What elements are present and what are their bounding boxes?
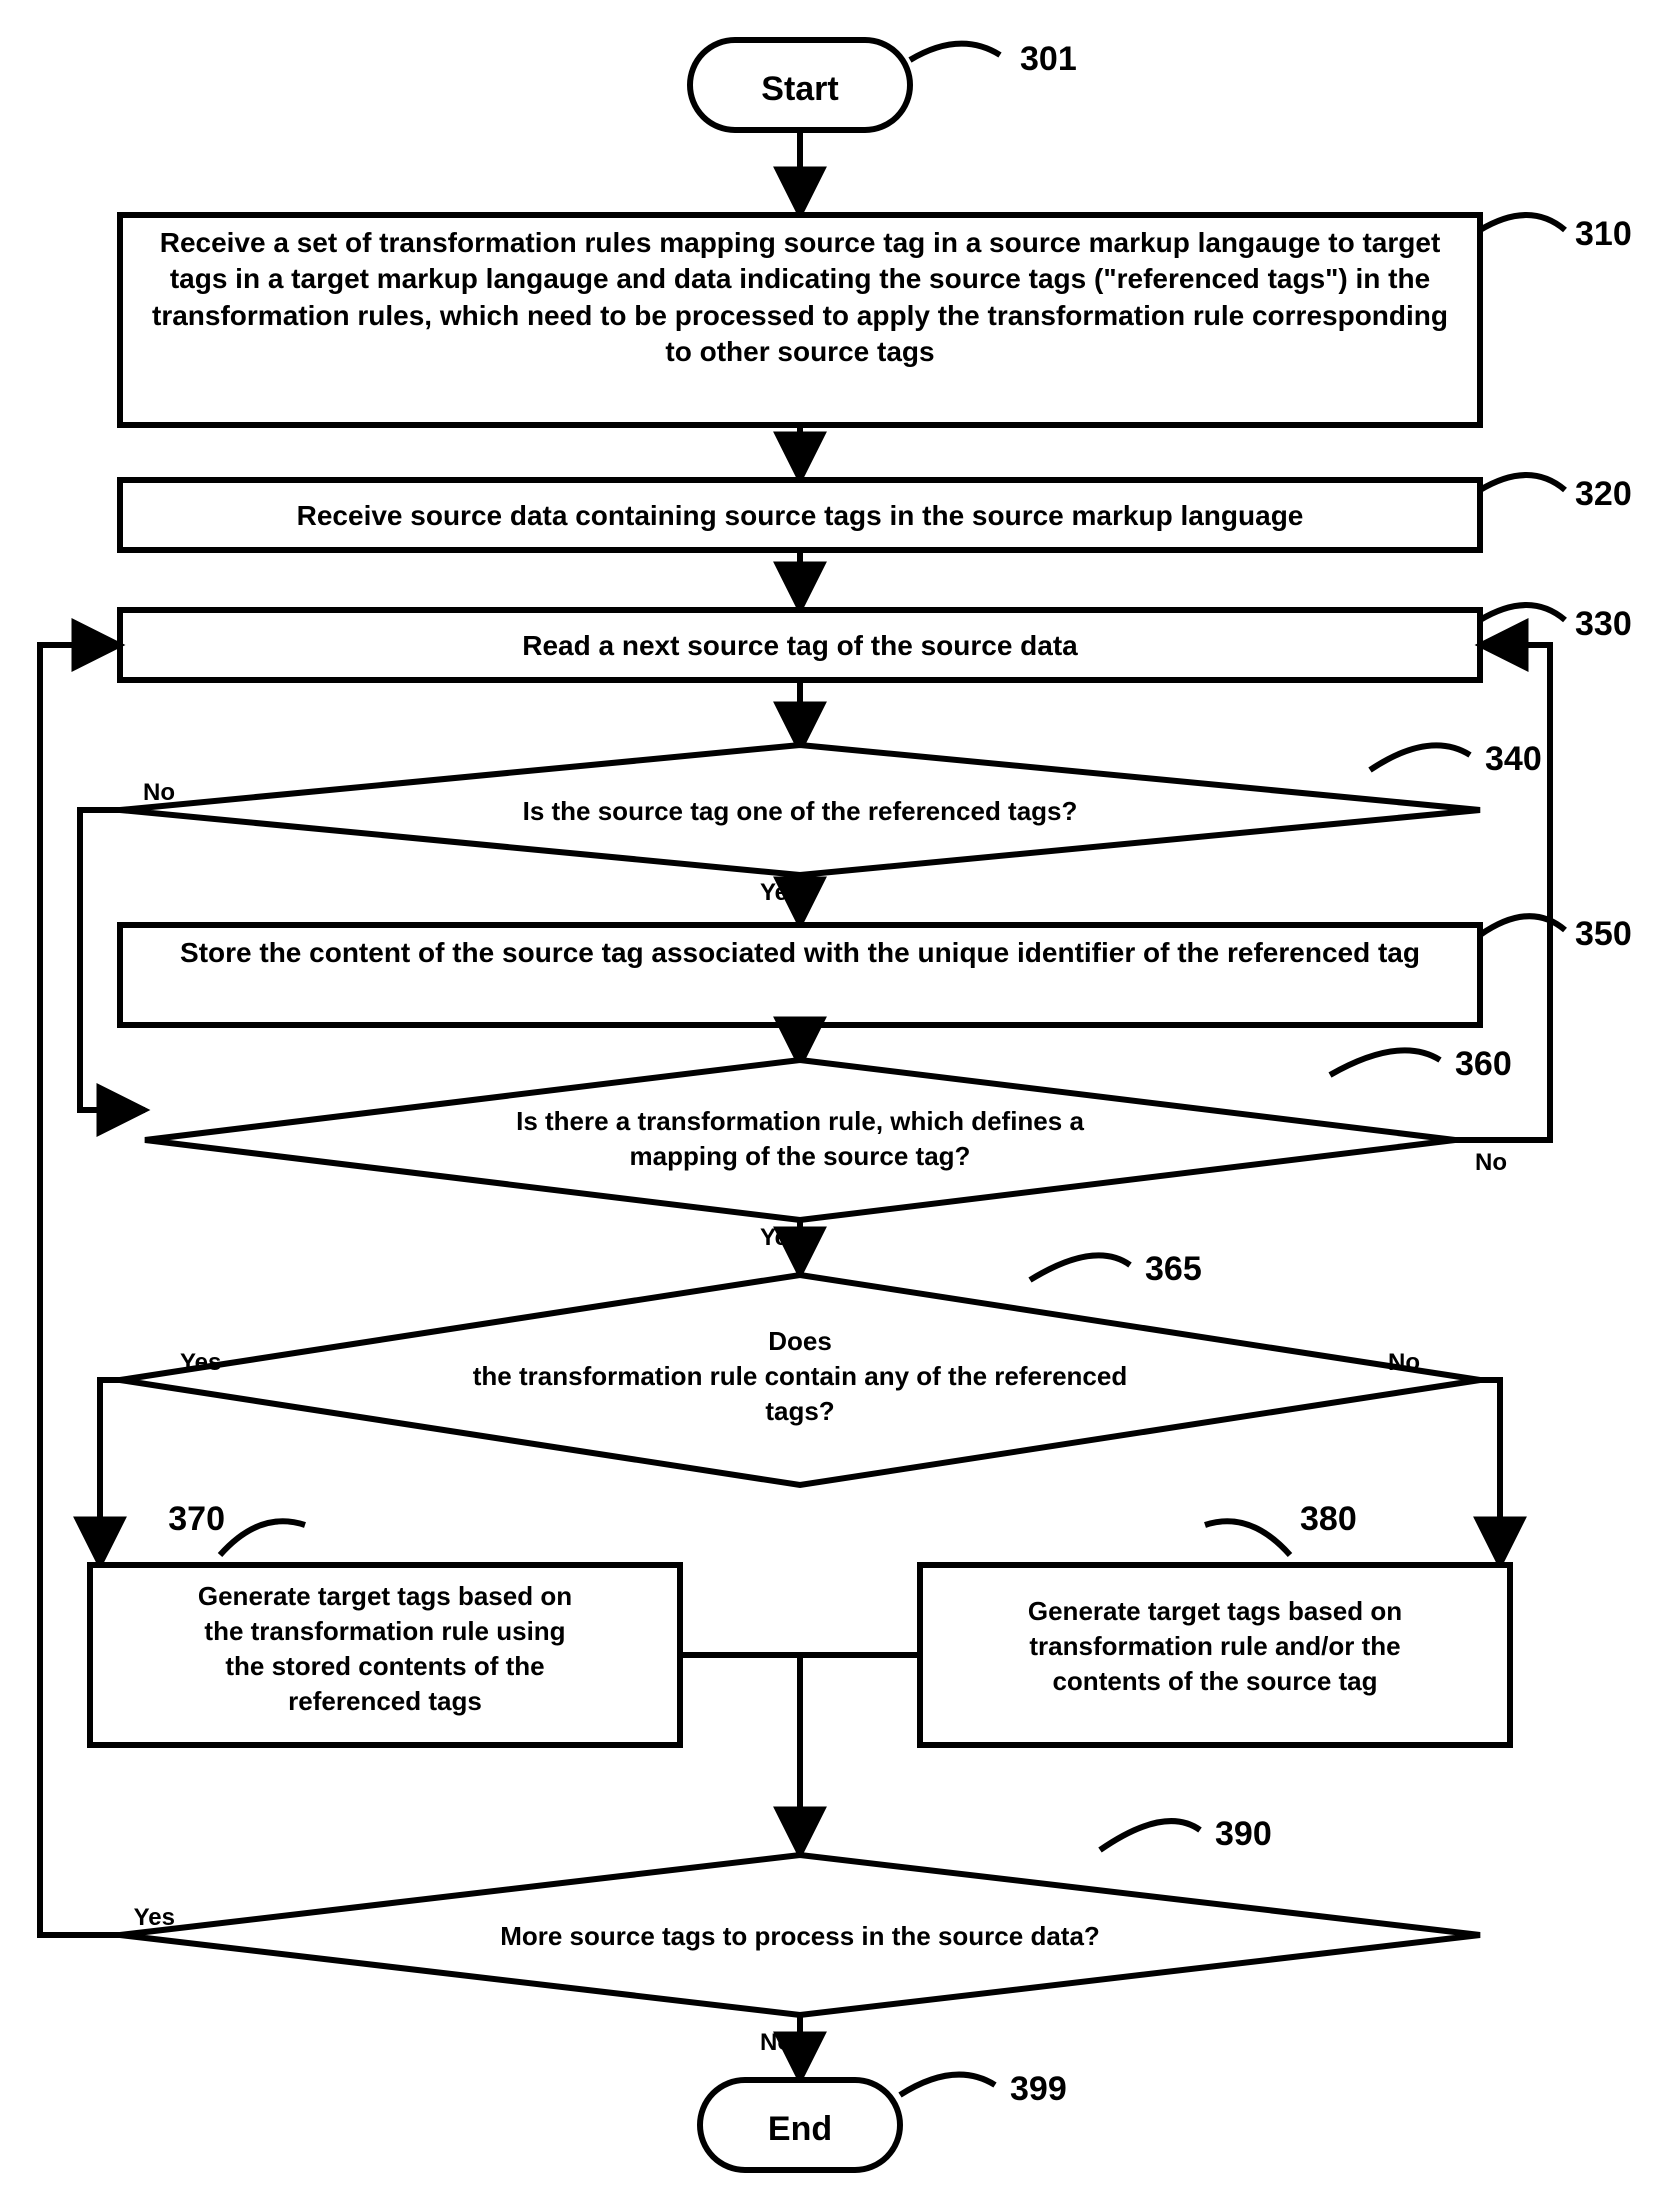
node-end: End <box>700 2080 900 2170</box>
node-360: Is there a transformation rule, which de… <box>145 1060 1455 1220</box>
ref-340: 340 <box>1485 740 1542 778</box>
n350-text: Store the content of the source tag asso… <box>140 935 1460 971</box>
n330-text: Read a next source tag of the source dat… <box>522 630 1078 661</box>
node-350: Store the content of the source tag asso… <box>120 925 1480 1025</box>
node-370: Generate target tags based on the transf… <box>90 1565 680 1745</box>
flowchart: Start 301 Receive a set of transformatio… <box>0 0 1671 2210</box>
node-340: Is the source tag one of the referenced … <box>120 745 1480 875</box>
end-text: End <box>768 2110 832 2148</box>
ref-320: 320 <box>1575 475 1632 513</box>
ref-390: 390 <box>1215 1815 1272 1853</box>
node-310: Receive a set of transformation rules ma… <box>120 215 1480 425</box>
n380-l3: contents of the source tag <box>1052 1666 1377 1696</box>
n365-text-l2: the transformation rule contain any of t… <box>473 1361 1127 1391</box>
n365-no: No <box>1388 1349 1420 1376</box>
n340-text: Is the source tag one of the referenced … <box>523 796 1078 826</box>
ref-310: 310 <box>1575 215 1632 253</box>
ref-365: 365 <box>1145 1250 1202 1288</box>
n360-text-l1: Is there a transformation rule, which de… <box>516 1106 1084 1136</box>
n320-text: Receive source data containing source ta… <box>297 500 1304 531</box>
start-text: Start <box>761 70 838 108</box>
n360-yes: Yes <box>760 1224 801 1251</box>
node-380: Generate target tags based on transforma… <box>920 1565 1510 1745</box>
node-320: Receive source data containing source ta… <box>120 480 1480 550</box>
n390-text: More source tags to process in the sourc… <box>500 1921 1100 1951</box>
n360-no: No <box>1475 1149 1507 1176</box>
ref-399: 399 <box>1010 2070 1067 2108</box>
n380-l1: Generate target tags based on <box>1028 1596 1402 1626</box>
ref-350: 350 <box>1575 915 1632 953</box>
n390-yes: Yes <box>134 1904 175 1931</box>
node-390: More source tags to process in the sourc… <box>120 1855 1480 2015</box>
n370-l4: referenced tags <box>288 1686 482 1716</box>
ref-301: 301 <box>1020 40 1077 78</box>
n365-text-l1: Does <box>768 1326 832 1356</box>
ref-360: 360 <box>1455 1045 1512 1083</box>
node-330: Read a next source tag of the source dat… <box>120 610 1480 680</box>
n365-yes: Yes <box>180 1349 221 1376</box>
n390-no: No <box>760 2029 792 2056</box>
node-365: Does the transformation rule contain any… <box>120 1275 1480 1485</box>
n370-l3: the stored contents of the <box>225 1651 544 1681</box>
ref-380: 380 <box>1300 1500 1357 1538</box>
ref-330: 330 <box>1575 605 1632 643</box>
n370-l1: Generate target tags based on <box>198 1581 572 1611</box>
n310-text: Receive a set of transformation rules ma… <box>140 225 1460 371</box>
n360-text-l2: mapping of the source tag? <box>630 1141 971 1171</box>
node-start: Start <box>690 40 910 130</box>
n365-text-l3: tags? <box>765 1396 834 1426</box>
n340-no: No <box>143 779 175 806</box>
n370-l2: the transformation rule using <box>204 1616 565 1646</box>
n380-l2: transformation rule and/or the <box>1029 1631 1400 1661</box>
ref-370: 370 <box>168 1500 225 1538</box>
n340-yes: Yes <box>760 879 801 906</box>
